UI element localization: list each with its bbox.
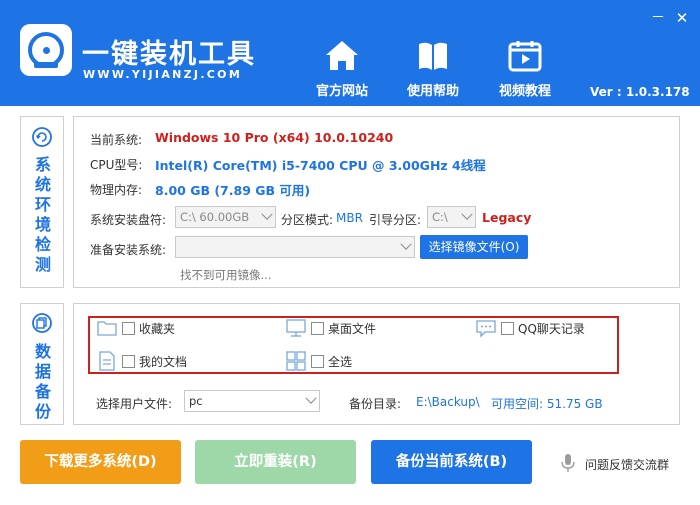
backup-option-label: QQ聊天记录: [518, 321, 585, 336]
backup-dir-value[interactable]: E:\Backup\: [416, 395, 480, 409]
partition-mode-label: 分区模式:: [281, 213, 334, 227]
chat-icon: [476, 320, 496, 338]
current-os-value: Windows 10 Pro (x64) 10.0.10240: [155, 130, 394, 145]
user-file-value: pc: [189, 394, 203, 408]
cpu-value: Intel(R) Core(TM) i5-7400 CPU @ 3.00GHz …: [155, 158, 486, 173]
nav-video-tutorial[interactable]: 视频教程: [485, 36, 565, 100]
refresh-icon: [32, 127, 52, 147]
chevron-down-icon: [261, 208, 273, 220]
free-space-value: 可用空间: 51.75 GB: [491, 397, 603, 411]
backup-option-select-all[interactable]: 全选: [285, 351, 352, 371]
system-side-panel: 系统环境检测: [20, 116, 64, 288]
backup-dir-label: 备份目录:: [349, 397, 402, 411]
book-icon: [419, 42, 447, 70]
feedback-link[interactable]: 问题反馈交流群: [585, 456, 669, 473]
boot-partition-value: C:\: [432, 210, 448, 224]
version-label: Ver : 1.0.3.178: [590, 85, 690, 99]
checkbox[interactable]: [122, 354, 135, 368]
memory-value: 8.00 GB (7.89 GB 可用): [155, 183, 311, 198]
backup-option-desktop[interactable]: 桌面文件: [285, 318, 376, 338]
backup-option-label: 桌面文件: [328, 321, 377, 336]
backup-option-favorites[interactable]: 收藏夹: [96, 318, 175, 338]
home-icon: [326, 41, 358, 70]
nav-official-site[interactable]: 官方网站: [302, 36, 382, 100]
chevron-down-icon: [461, 208, 473, 220]
install-drive-value: C:\ 60.00GB: [180, 210, 250, 224]
nav-label: 使用帮助: [406, 84, 459, 99]
app-subtitle: WWW.YIJIANZJ.COM: [83, 68, 243, 81]
backup-current-system-button[interactable]: 备份当前系统(B): [371, 440, 532, 484]
backup-option-label: 我的文档: [139, 354, 188, 369]
app-title: 一键装机工具: [82, 39, 256, 70]
backup-side-panel: 数据备份: [20, 303, 64, 425]
video-icon: [508, 41, 542, 72]
checkbox[interactable]: [311, 321, 324, 335]
monitor-icon: [286, 319, 306, 337]
user-file-label: 选择用户文件:: [96, 397, 173, 411]
nav-help[interactable]: 使用帮助: [393, 36, 473, 100]
install-drive-select[interactable]: C:\ 60.00GB: [175, 206, 276, 228]
reinstall-now-button[interactable]: 立即重装(R): [195, 440, 356, 484]
install-drive-label: 系统安装盘符:: [90, 213, 167, 227]
image-select[interactable]: [175, 236, 415, 258]
cpu-label: CPU型号:: [90, 158, 143, 172]
folder-icon: [97, 321, 117, 336]
backup-side-label: 数据备份: [34, 342, 51, 421]
backup-option-label: 全选: [328, 354, 353, 369]
checkbox[interactable]: [501, 321, 514, 335]
chevron-down-icon: [305, 392, 317, 404]
nav-label: 官方网站: [315, 84, 368, 99]
prepare-system-label: 准备安装系统:: [90, 243, 167, 257]
boot-partition-label: 引导分区:: [369, 213, 422, 227]
memory-label: 物理内存:: [90, 183, 143, 197]
boot-type-value: Legacy: [482, 210, 532, 225]
no-image-hint: 找不到可用镜像...: [180, 268, 272, 282]
chevron-down-icon: [400, 238, 412, 250]
system-side-label: 系统环境检测: [34, 155, 51, 274]
copy-icon: [32, 313, 52, 333]
backup-option-qq-chat[interactable]: QQ聊天记录: [475, 318, 585, 338]
backup-option-documents[interactable]: 我的文档: [96, 351, 187, 371]
user-file-select[interactable]: pc: [184, 390, 320, 412]
checkbox[interactable]: [122, 321, 135, 335]
boot-partition-select[interactable]: C:\: [427, 206, 476, 228]
choose-image-button[interactable]: 选择镜像文件(O): [420, 235, 528, 259]
backup-option-label: 收藏夹: [139, 321, 176, 336]
checkbox[interactable]: [311, 354, 324, 368]
close-button[interactable]: ✕: [672, 9, 692, 28]
logo-icon: [20, 24, 72, 76]
minimize-button[interactable]: －: [648, 9, 668, 28]
download-more-systems-button[interactable]: 下载更多系统(D): [20, 440, 181, 484]
document-icon: [99, 351, 115, 371]
current-os-label: 当前系统:: [90, 133, 143, 147]
app-header: 一键装机工具 WWW.YIJIANZJ.COM 官方网站 使用帮助 视频教程 V…: [0, 0, 700, 106]
microphone-icon: [561, 454, 575, 472]
nav-label: 视频教程: [498, 84, 551, 99]
partition-mode-value: MBR: [336, 211, 363, 225]
grid-icon: [286, 351, 306, 371]
